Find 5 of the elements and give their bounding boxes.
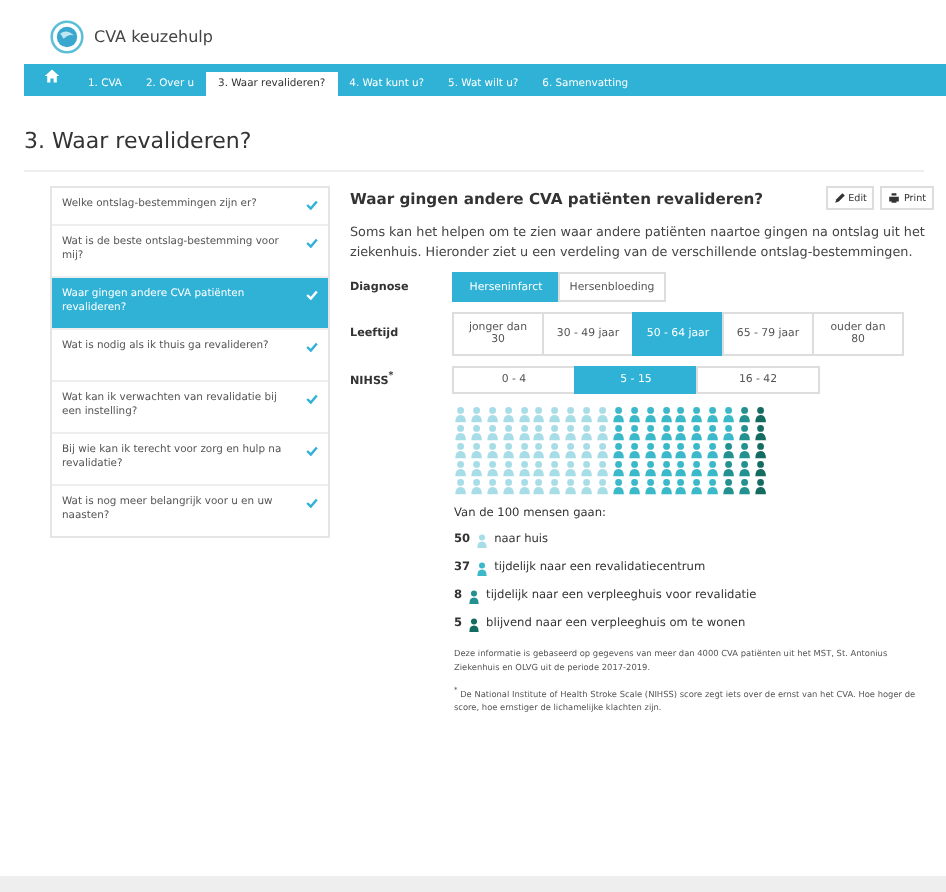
brand-name: CVA keuzehulp xyxy=(94,27,213,45)
page-title: 3. Waar revalideren? xyxy=(24,128,924,172)
pencil-icon xyxy=(833,192,846,204)
logo-icon xyxy=(50,19,84,53)
printer-icon xyxy=(888,192,901,204)
